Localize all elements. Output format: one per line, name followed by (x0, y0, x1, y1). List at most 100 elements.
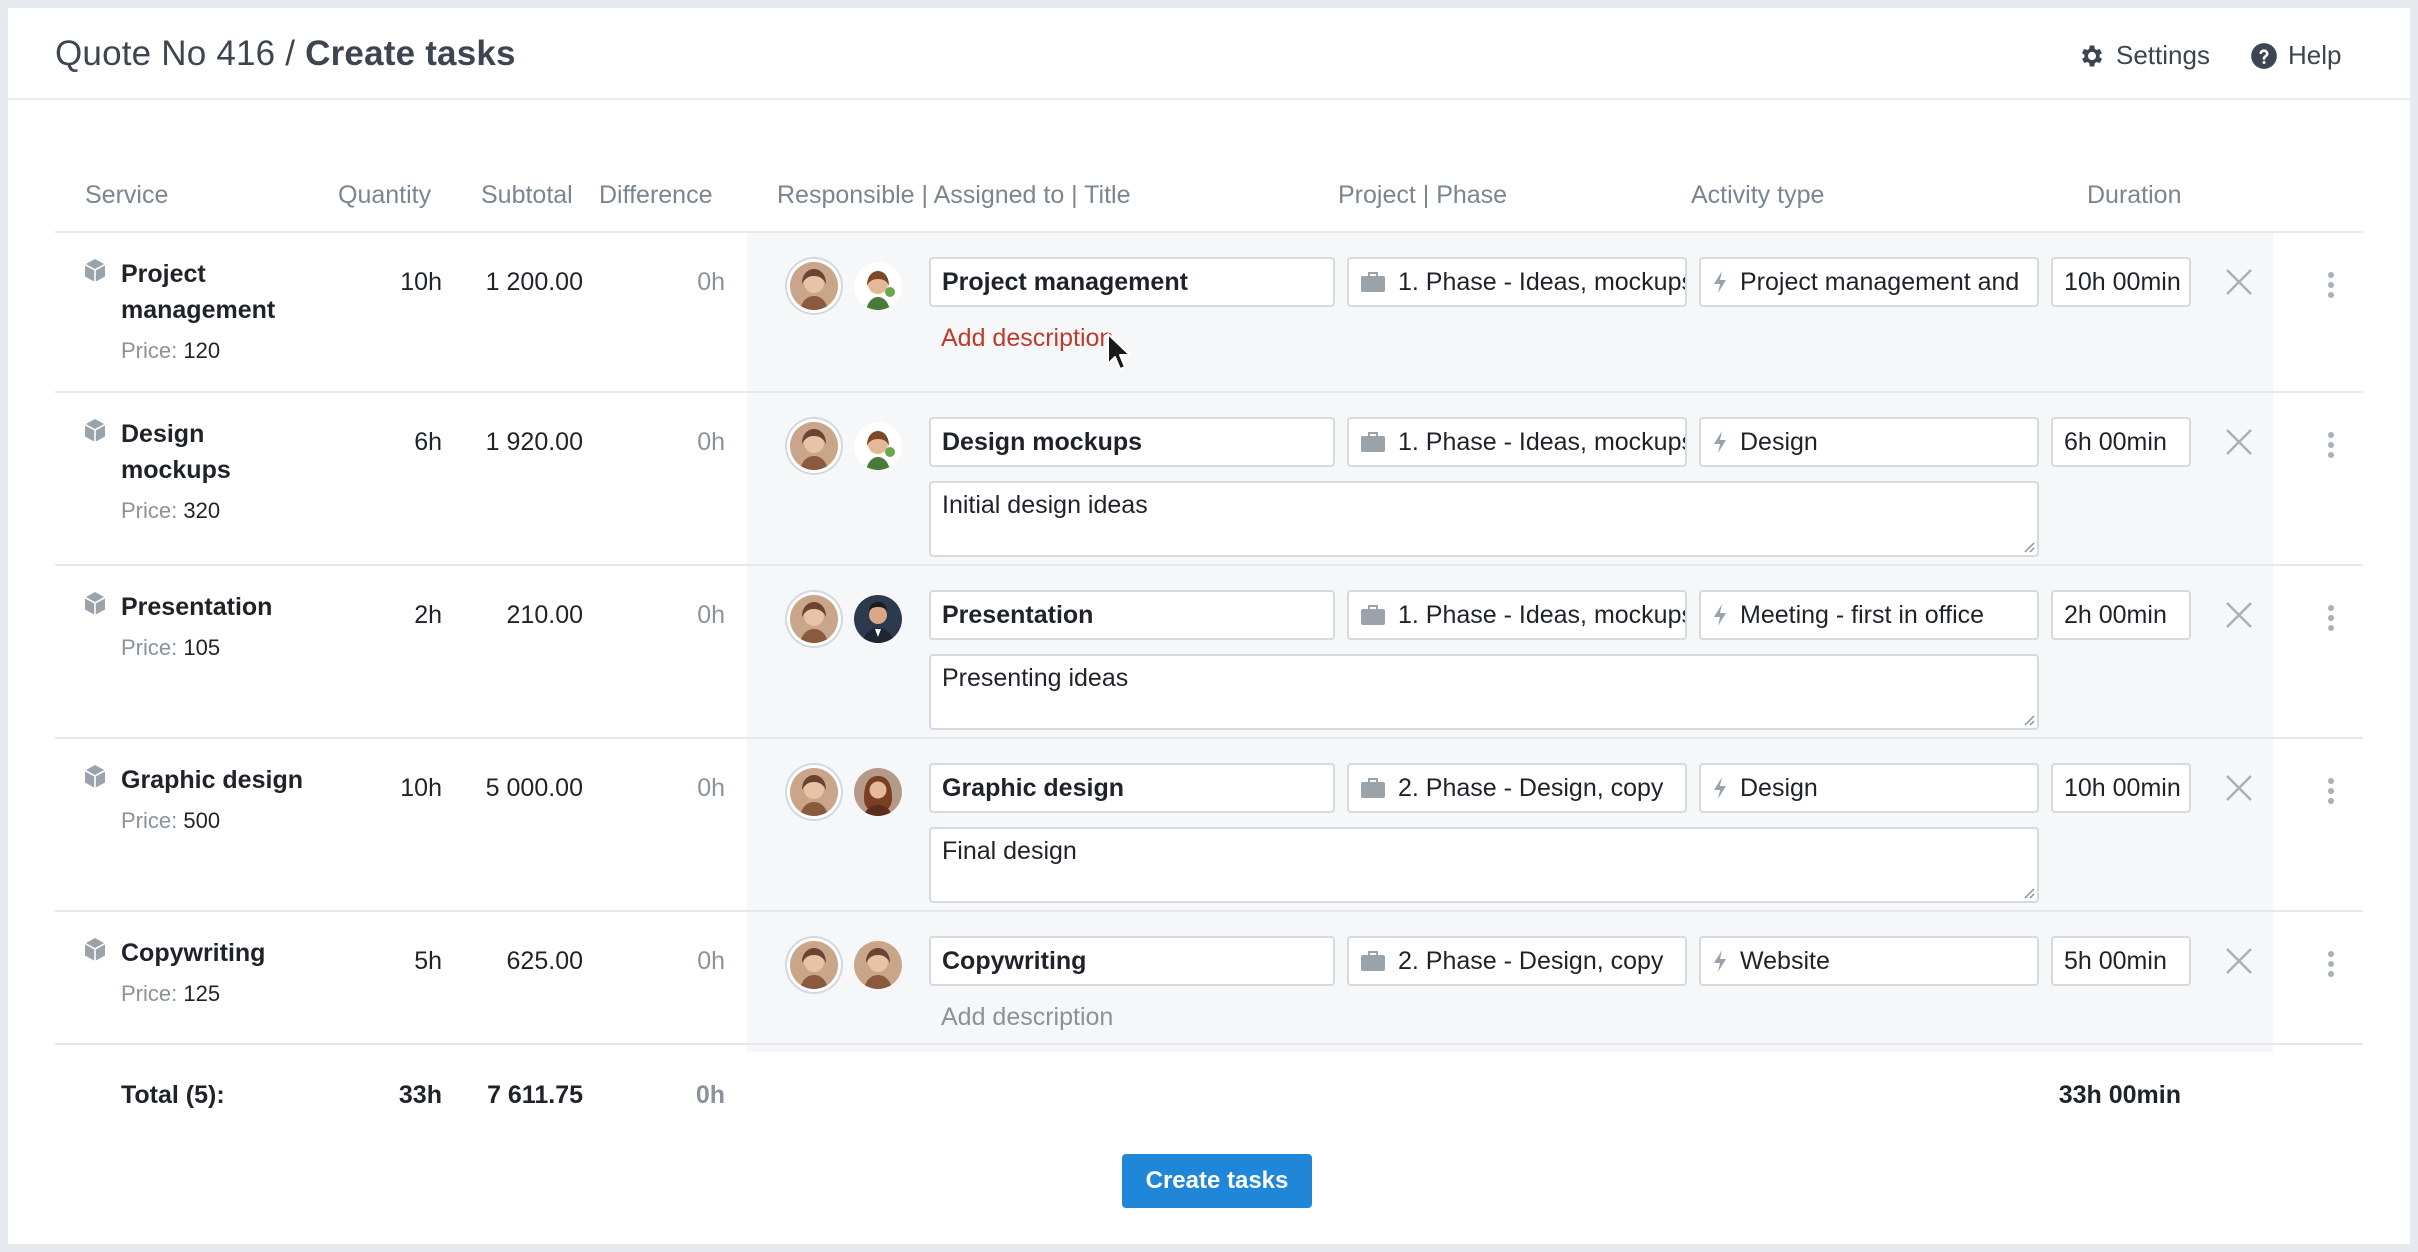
row-menu-icon[interactable] (2326, 605, 2336, 635)
gear-icon (2081, 45, 2103, 66)
duration-input[interactable]: 6h 00min (2051, 417, 2191, 467)
responsible-avatar[interactable] (790, 941, 838, 989)
avatar-image (854, 422, 902, 470)
task-title-input[interactable]: Graphic design (929, 763, 1335, 813)
remove-row-icon[interactable] (2224, 600, 2254, 630)
responsible-avatar[interactable] (790, 262, 838, 310)
quantity-value: 2h (414, 601, 442, 629)
difference-value: 0h (697, 601, 725, 629)
quantity-value: 5h (414, 947, 442, 975)
settings-link[interactable]: Settings (2078, 40, 2210, 71)
row-divider (55, 737, 2363, 739)
quantity-value: 6h (414, 428, 442, 456)
service-name: Presentation (121, 589, 272, 625)
page-header: Quote No 416 / Create tasks Settings Hel… (8, 8, 2410, 100)
service-box-icon (84, 592, 106, 615)
activity-type-value: Design (1740, 428, 1818, 456)
price-label: Price: (121, 498, 178, 523)
service-name: Graphic design (121, 762, 303, 798)
remove-row-icon[interactable] (2224, 773, 2254, 803)
activity-type-select[interactable]: Meeting - first in office (1699, 590, 2039, 640)
breadcrumb-quote[interactable]: Quote No 416 / (55, 34, 295, 73)
remove-row-icon[interactable] (2224, 946, 2254, 976)
activity-type-select[interactable]: Website (1699, 936, 2039, 986)
activity-type-value: Design (1740, 774, 1818, 802)
project-phase-select[interactable]: 1. Phase - Ideas, mockups (1347, 257, 1687, 307)
assignee-avatar[interactable] (854, 595, 902, 643)
price-label: Price: (121, 635, 178, 660)
service-name-line: management (121, 296, 276, 324)
row-divider (55, 910, 2363, 912)
task-title-input[interactable]: Presentation (929, 590, 1335, 640)
duration-input[interactable]: 5h 00min (2051, 936, 2191, 986)
price-value: 105 (183, 635, 221, 660)
project-phase-value: 2. Phase - Design, copy (1398, 947, 1664, 975)
project-phase-select[interactable]: 1. Phase - Ideas, mockups (1347, 417, 1687, 467)
row-menu-icon[interactable] (2326, 272, 2336, 302)
project-phase-value: 1. Phase - Ideas, mockups (1398, 268, 1687, 296)
help-label: Help (2288, 40, 2342, 70)
task-title-input[interactable]: Copywriting (929, 936, 1335, 986)
avatar-image (790, 941, 838, 989)
totals-difference: 0h (695, 1081, 725, 1109)
lightning-icon (1712, 430, 1728, 454)
add-description-link[interactable]: Add description (941, 1003, 1113, 1032)
responsible-avatar[interactable] (790, 768, 838, 816)
price-value: 125 (183, 981, 221, 1006)
resize-grip-icon[interactable] (2021, 885, 2035, 899)
avatar-image (854, 941, 902, 989)
row-divider (55, 391, 2363, 393)
totals-subtotal: 7 611.75 (487, 1081, 583, 1109)
remove-row-icon[interactable] (2224, 267, 2254, 297)
duration-input[interactable]: 10h 00min (2051, 763, 2191, 813)
duration-input[interactable]: 10h 00min (2051, 257, 2191, 307)
row-menu-icon[interactable] (2326, 778, 2336, 808)
description-textarea[interactable]: Presenting ideas (929, 654, 2039, 730)
description-textarea[interactable]: Final design (929, 827, 2039, 903)
subtotal-value: 1 920.00 (485, 428, 583, 456)
create-tasks-page: Quote No 416 / Create tasks Settings Hel… (8, 8, 2410, 1244)
add-description-link[interactable]: Add description (941, 324, 1113, 353)
assignee-avatar[interactable] (854, 262, 902, 310)
service-name-line: Graphic design (121, 766, 303, 794)
responsible-avatar[interactable] (790, 595, 838, 643)
create-tasks-button[interactable]: Create tasks (1122, 1154, 1312, 1208)
column-header-difference: Difference (599, 181, 713, 209)
project-phase-value: 1. Phase - Ideas, mockups (1398, 601, 1687, 629)
assignee-avatar[interactable] (854, 768, 902, 816)
service-name-line: mockups (121, 456, 231, 484)
activity-type-select[interactable]: Project management and (1699, 257, 2039, 307)
page-title-text: Create tasks (305, 34, 516, 73)
assignee-avatar[interactable] (854, 422, 902, 470)
activity-type-select[interactable]: Design (1699, 763, 2039, 813)
resize-grip-icon[interactable] (2021, 712, 2035, 726)
settings-label: Settings (2116, 40, 2210, 70)
project-phase-select[interactable]: 2. Phase - Design, copy (1347, 936, 1687, 986)
subtotal-value: 1 200.00 (485, 268, 583, 296)
avatar-image (790, 262, 838, 310)
remove-row-icon[interactable] (2224, 427, 2254, 457)
lightning-icon (1712, 776, 1728, 800)
service-name: Copywriting (121, 935, 265, 971)
project-phase-select[interactable]: 2. Phase - Design, copy (1347, 763, 1687, 813)
assignee-avatar[interactable] (854, 941, 902, 989)
column-header-quantity: Quantity (338, 181, 432, 209)
project-phase-select[interactable]: 1. Phase - Ideas, mockups (1347, 590, 1687, 640)
resize-grip-icon[interactable] (2021, 539, 2035, 553)
duration-input[interactable]: 2h 00min (2051, 590, 2191, 640)
description-textarea[interactable]: Initial design ideas (929, 481, 2039, 557)
help-link[interactable]: Help (2250, 40, 2341, 71)
column-header-subtotal: Subtotal (481, 181, 573, 209)
task-title-input[interactable]: Design mockups (929, 417, 1335, 467)
row-divider (55, 231, 2363, 233)
responsible-avatar[interactable] (790, 422, 838, 470)
activity-type-value: Website (1740, 947, 1830, 975)
avatar-image (790, 422, 838, 470)
service-name-line: Presentation (121, 593, 273, 621)
quantity-value: 10h (400, 268, 442, 296)
row-menu-icon[interactable] (2326, 432, 2336, 462)
task-title-input[interactable]: Project management (929, 257, 1335, 307)
row-menu-icon[interactable] (2326, 951, 2336, 981)
totals-label: Total (5): (121, 1081, 225, 1109)
activity-type-select[interactable]: Design (1699, 417, 2039, 467)
